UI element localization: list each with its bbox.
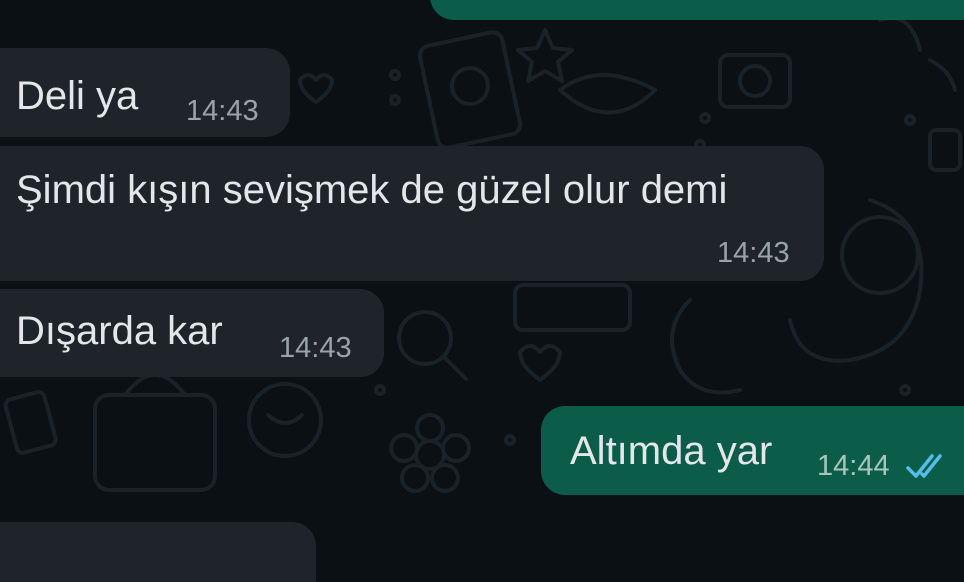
message-timestamp: 14:43 (717, 237, 790, 269)
message-timestamp: 14:44 (817, 450, 890, 482)
message-text: Altımda yar (570, 429, 773, 473)
double-check-icon (906, 454, 942, 478)
message-bubble-incoming[interactable] (0, 522, 316, 582)
message-text: Şimdi kışın sevişmek de güzel olur demi (16, 168, 728, 212)
message-bubble-incoming[interactable]: Dışarda kar 14:43 (0, 289, 384, 377)
message-text: Dışarda kar (16, 309, 223, 353)
message-timestamp: 14:43 (279, 332, 352, 364)
message-bubble-incoming[interactable]: Şimdi kışın sevişmek de güzel olur demi … (0, 146, 824, 281)
message-timestamp: 14:43 (186, 95, 259, 127)
message-bubble-outgoing[interactable]: Altımda yar 14:44 (541, 406, 964, 495)
message-bubble-outgoing[interactable] (430, 0, 964, 20)
message-bubble-incoming[interactable]: Deli ya 14:43 (0, 48, 290, 137)
message-text: Deli ya (16, 74, 139, 118)
